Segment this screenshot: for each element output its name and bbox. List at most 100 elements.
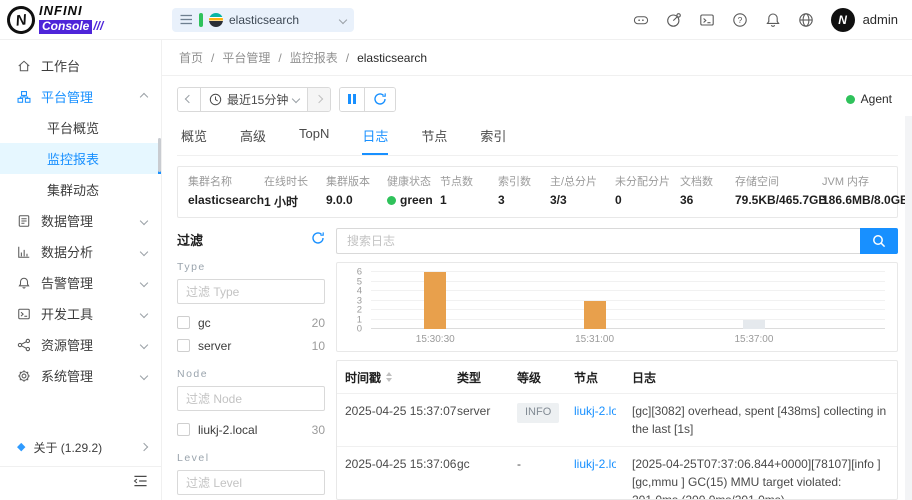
time-back-button[interactable] — [178, 88, 201, 111]
chart-gridline — [371, 271, 885, 272]
top-header: N INFINI Console/// elasticsearch — [0, 0, 912, 40]
main-area: 首页 / 平台管理 / 监控报表 / elasticsearch 最近15分钟 — [162, 40, 912, 500]
checkbox[interactable] — [177, 339, 190, 352]
gear-icon — [17, 369, 31, 383]
filter-type-input[interactable] — [177, 279, 325, 304]
column-level: 等级 — [509, 361, 566, 394]
time-range-group: 最近15分钟 — [177, 87, 331, 112]
log-node-link[interactable]: liukj-2.lo... — [574, 402, 616, 420]
header-actions: ? N admin — [633, 8, 912, 32]
checkbox[interactable] — [177, 423, 190, 436]
sidebar-footer — [0, 466, 161, 500]
sidebar-item-workbench[interactable]: 工作台 — [0, 50, 161, 81]
x-axis-tick: 15:30:30 — [416, 334, 455, 345]
brand-slashes: /// — [93, 19, 103, 33]
log-level: - — [509, 447, 566, 500]
tab-indices[interactable]: 索引 — [480, 126, 506, 155]
language-globe-icon[interactable] — [798, 12, 814, 28]
tab-logs[interactable]: 日志 — [362, 126, 388, 155]
dev-console-icon[interactable] — [699, 12, 715, 28]
chevron-down-icon — [339, 15, 347, 23]
search-icon — [872, 234, 886, 248]
sidebar-item-platform-overview[interactable]: 平台概览 — [0, 112, 161, 143]
sidebar: 工作台 平台管理 平台概览 监控报表 集群动态 数据管 — [0, 40, 162, 500]
x-axis-tick: 15:31:00 — [575, 334, 614, 345]
column-message: 日志 — [624, 361, 897, 394]
column-node: 节点 — [566, 361, 624, 394]
filter-refresh-icon[interactable] — [311, 231, 325, 248]
agent-status-label: Agent — [861, 92, 892, 106]
agent-status[interactable]: Agent — [846, 92, 898, 106]
filter-panel: 过滤 Type gc20 server10 Node — [177, 228, 325, 500]
sidebar-item-system-management[interactable]: 系统管理 — [0, 360, 161, 391]
notification-bell-icon[interactable] — [765, 12, 781, 28]
sidebar-item-cluster-activity[interactable]: 集群动态 — [0, 174, 161, 205]
filter-group-label-level: Level — [177, 452, 325, 464]
gateway-icon[interactable] — [666, 12, 682, 28]
user-name[interactable]: admin — [863, 12, 898, 27]
chart-gridline — [371, 309, 885, 310]
logo-text: INFINI Console/// — [39, 4, 103, 34]
sidebar-item-dev-tools[interactable]: 开发工具 — [0, 298, 161, 329]
tab-topn[interactable]: TopN — [299, 126, 329, 155]
chevron-down-icon — [140, 309, 148, 317]
brand-name-bottom: Console — [39, 20, 92, 34]
user-avatar[interactable]: N — [831, 8, 855, 32]
chart-gridline — [371, 300, 885, 301]
tab-nodes[interactable]: 节点 — [421, 126, 447, 155]
menu-fold-icon[interactable] — [133, 474, 148, 493]
sidebar-item-data-management[interactable]: 数据管理 — [0, 205, 161, 236]
health-status-dot — [387, 196, 396, 205]
page-scrollbar[interactable] — [905, 116, 912, 500]
sort-icon[interactable] — [385, 371, 393, 383]
svg-text:?: ? — [737, 15, 742, 25]
tab-advanced[interactable]: 高级 — [240, 126, 266, 155]
breadcrumb-item-current: elasticsearch — [357, 51, 427, 65]
discord-icon[interactable] — [633, 12, 649, 28]
clock-icon — [209, 93, 222, 106]
sidebar-item-resource-management[interactable]: 资源管理 — [0, 329, 161, 360]
breadcrumb-item[interactable]: 监控报表 — [290, 49, 338, 66]
stat-doc-count: 文档数36 — [680, 173, 735, 210]
log-row: 2025-04-25 15:37:06 gc - liukj-2.lo... [… — [337, 447, 897, 500]
time-range-select[interactable]: 最近15分钟 — [201, 88, 308, 111]
cluster-selector[interactable]: elasticsearch — [172, 8, 354, 32]
filter-level-input[interactable] — [177, 470, 325, 495]
log-node-link[interactable]: liukj-2.lo... — [574, 455, 616, 473]
sidebar-scrollbar-thumb[interactable] — [158, 138, 161, 172]
table-header-row: 时间戳 类型 等级 节点 日志 — [337, 361, 897, 394]
chevron-right-icon — [140, 443, 148, 451]
filter-option-server[interactable]: server10 — [177, 334, 325, 357]
sidebar-item-alerting[interactable]: 告警管理 — [0, 267, 161, 298]
search-button[interactable] — [860, 228, 898, 254]
help-icon[interactable]: ? — [732, 12, 748, 28]
sidebar-item-label: 告警管理 — [41, 273, 93, 292]
column-timestamp[interactable]: 时间戳 — [337, 361, 449, 394]
sidebar-item-platform[interactable]: 平台管理 — [0, 81, 161, 112]
sidebar-item-monitoring-report[interactable]: 监控报表 — [0, 143, 161, 174]
app-window: N INFINI Console/// elasticsearch — [0, 0, 912, 500]
checkbox[interactable] — [177, 316, 190, 329]
time-forward-button[interactable] — [308, 88, 330, 111]
stat-jvm-memory: JVM 内存186.6MB/8.0GB — [822, 173, 909, 210]
histogram-bar[interactable] — [743, 320, 765, 329]
pause-button[interactable] — [340, 88, 365, 111]
pause-icon — [348, 94, 356, 104]
breadcrumb-item[interactable]: 首页 — [179, 49, 203, 66]
brand-logo[interactable]: N INFINI Console/// — [0, 4, 162, 34]
filter-option-node[interactable]: liukj-2.local30 — [177, 418, 325, 441]
sidebar-item-about[interactable]: ◆ 关于 (1.29.2) — [0, 428, 161, 466]
search-input[interactable] — [336, 228, 860, 254]
filter-option-gc[interactable]: gc20 — [177, 311, 325, 334]
histogram-bar[interactable] — [424, 272, 446, 329]
tab-overview[interactable]: 概览 — [181, 126, 207, 155]
about-label: 关于 (1.29.2) — [33, 439, 102, 456]
histogram-bar[interactable] — [584, 301, 606, 330]
chart-gridline — [371, 319, 885, 320]
refresh-button[interactable] — [365, 88, 395, 111]
breadcrumb-item[interactable]: 平台管理 — [222, 49, 270, 66]
sidebar-item-label: 平台管理 — [41, 87, 93, 106]
sidebar-item-data-analysis[interactable]: 数据分析 — [0, 236, 161, 267]
filter-node-input[interactable] — [177, 386, 325, 411]
sidebar-item-label: 数据管理 — [41, 211, 93, 230]
